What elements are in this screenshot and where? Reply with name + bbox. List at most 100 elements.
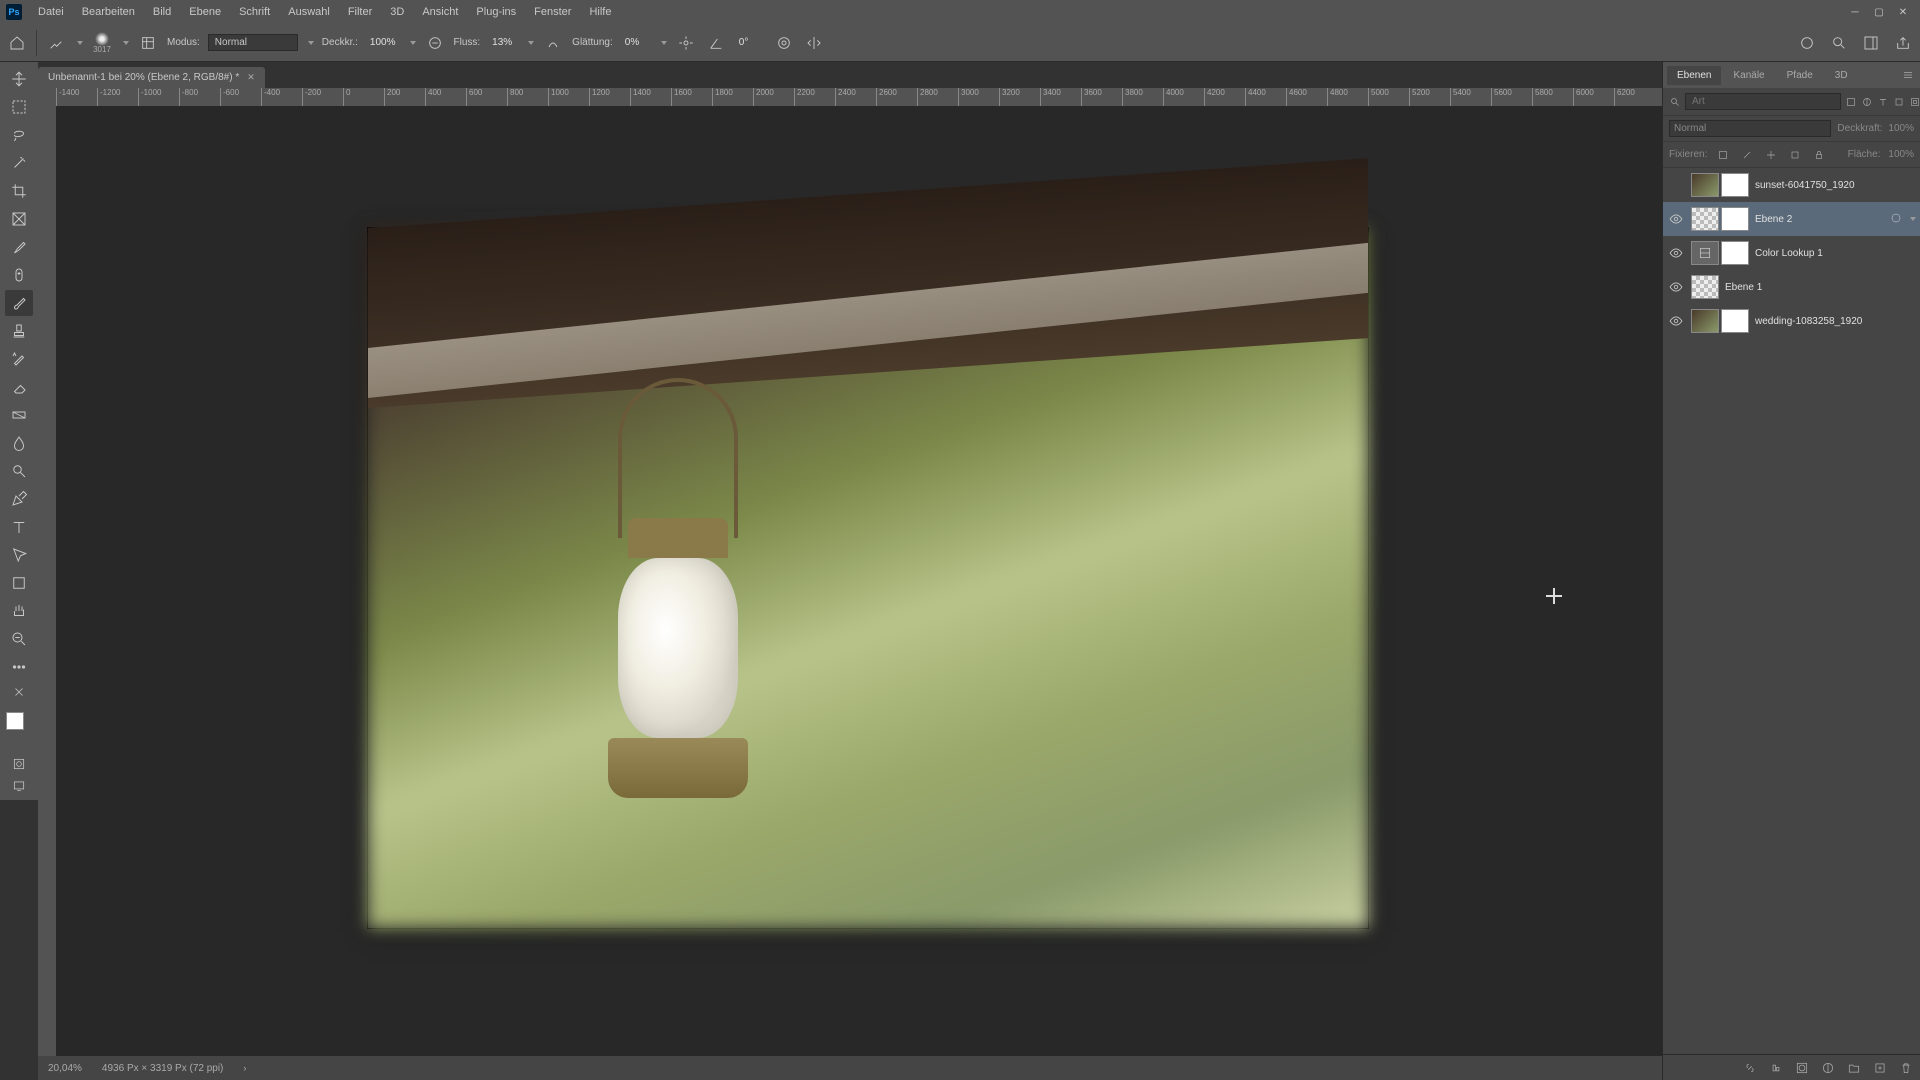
quick-mask-icon[interactable] xyxy=(9,754,29,774)
minimize-button[interactable]: ─ xyxy=(1848,5,1862,19)
home-icon[interactable] xyxy=(6,32,28,54)
layer-name[interactable]: sunset-6041750_1920 xyxy=(1755,180,1916,191)
opacity-value[interactable]: 100% xyxy=(366,35,400,50)
link-layers-icon[interactable] xyxy=(1742,1060,1758,1076)
visibility-toggle[interactable] xyxy=(1667,280,1685,294)
smoothing-options-icon[interactable] xyxy=(675,32,697,54)
symmetry-icon[interactable] xyxy=(803,32,825,54)
chevron-down-icon[interactable] xyxy=(123,41,129,45)
workspace-icon[interactable] xyxy=(1860,32,1882,54)
more-tools[interactable] xyxy=(5,654,33,680)
dodge-tool[interactable] xyxy=(5,458,33,484)
frame-tool[interactable] xyxy=(5,206,33,232)
filter-shape-icon[interactable] xyxy=(1893,94,1905,110)
smoothing-value[interactable]: 0% xyxy=(621,35,651,50)
shape-tool[interactable] xyxy=(5,570,33,596)
document-canvas[interactable] xyxy=(368,228,1368,928)
healing-tool[interactable] xyxy=(5,262,33,288)
brush-preview[interactable]: 3017 xyxy=(91,32,113,54)
menu-layer[interactable]: Ebene xyxy=(181,0,229,24)
blend-mode-select[interactable]: Normal xyxy=(208,34,298,51)
new-group-icon[interactable] xyxy=(1846,1060,1862,1076)
blur-tool[interactable] xyxy=(5,430,33,456)
layer-row[interactable]: Ebene 1 xyxy=(1663,270,1920,304)
chevron-down-icon[interactable] xyxy=(1910,217,1916,221)
edit-toolbar-icon[interactable] xyxy=(9,682,29,702)
menu-file[interactable]: Datei xyxy=(30,0,72,24)
path-select-tool[interactable] xyxy=(5,542,33,568)
pressure-opacity-icon[interactable] xyxy=(424,32,446,54)
add-mask-icon[interactable] xyxy=(1794,1060,1810,1076)
lasso-tool[interactable] xyxy=(5,122,33,148)
move-tool[interactable] xyxy=(5,66,33,92)
panel-menu-icon[interactable] xyxy=(1900,67,1916,83)
lock-pixels-icon[interactable] xyxy=(1739,147,1755,163)
zoom-level[interactable]: 20,04% xyxy=(48,1063,82,1074)
cloud-docs-icon[interactable] xyxy=(1796,32,1818,54)
filter-pixel-icon[interactable] xyxy=(1845,94,1857,110)
layer-mask-thumb[interactable] xyxy=(1721,173,1749,197)
new-layer-icon[interactable] xyxy=(1872,1060,1888,1076)
status-menu-icon[interactable]: › xyxy=(243,1063,246,1073)
horizontal-ruler[interactable]: -1400-1200-1000-800-600-400-200020040060… xyxy=(56,88,1662,106)
layer-row[interactable]: Color Lookup 1 xyxy=(1663,236,1920,270)
filter-adjust-icon[interactable] xyxy=(1861,94,1873,110)
layer-row[interactable]: wedding-1083258_1920 xyxy=(1663,304,1920,338)
layer-mask-thumb[interactable] xyxy=(1721,241,1749,265)
layer-thumb[interactable] xyxy=(1691,207,1719,231)
brush-panel-icon[interactable] xyxy=(137,32,159,54)
menu-edit[interactable]: Bearbeiten xyxy=(74,0,143,24)
chevron-down-icon[interactable] xyxy=(410,41,416,45)
eyedropper-tool[interactable] xyxy=(5,234,33,260)
layer-filter-input[interactable] xyxy=(1685,93,1841,110)
share-icon[interactable] xyxy=(1892,32,1914,54)
eraser-tool[interactable] xyxy=(5,374,33,400)
angle-icon[interactable] xyxy=(705,32,727,54)
color-swatch[interactable] xyxy=(6,712,32,738)
layer-opacity-value[interactable]: 100% xyxy=(1888,123,1914,134)
close-tab-icon[interactable]: ✕ xyxy=(247,72,255,83)
lock-position-icon[interactable] xyxy=(1763,147,1779,163)
chevron-down-icon[interactable] xyxy=(308,41,314,45)
delete-layer-icon[interactable] xyxy=(1898,1060,1914,1076)
tab-layers[interactable]: Ebenen xyxy=(1667,66,1721,85)
pen-tool[interactable] xyxy=(5,486,33,512)
document-tab[interactable]: Unbenannt-1 bei 20% (Ebene 2, RGB/8#) * … xyxy=(38,67,265,88)
tab-3d[interactable]: 3D xyxy=(1825,66,1858,85)
angle-value[interactable]: 0° xyxy=(735,35,765,50)
layer-mask-thumb[interactable] xyxy=(1721,207,1749,231)
layer-thumb[interactable] xyxy=(1691,275,1719,299)
tool-preset-icon[interactable] xyxy=(45,32,67,54)
tab-channels[interactable]: Kanäle xyxy=(1723,66,1774,85)
brush-tool[interactable] xyxy=(5,290,33,316)
tab-paths[interactable]: Pfade xyxy=(1777,66,1823,85)
new-adjustment-icon[interactable] xyxy=(1820,1060,1836,1076)
layer-row[interactable]: Ebene 2 xyxy=(1663,202,1920,236)
foreground-color[interactable] xyxy=(6,712,24,730)
magic-wand-tool[interactable] xyxy=(5,150,33,176)
menu-plugins[interactable]: Plug-ins xyxy=(468,0,524,24)
marquee-tool[interactable] xyxy=(5,94,33,120)
layer-blend-mode[interactable]: Normal xyxy=(1669,120,1831,137)
lock-artboard-icon[interactable] xyxy=(1787,147,1803,163)
fill-value[interactable]: 100% xyxy=(1888,149,1914,160)
menu-3d[interactable]: 3D xyxy=(382,0,412,24)
layer-name[interactable]: Ebene 2 xyxy=(1755,214,1884,225)
filter-smart-icon[interactable] xyxy=(1909,94,1920,110)
hand-tool[interactable] xyxy=(5,598,33,624)
layer-name[interactable]: Color Lookup 1 xyxy=(1755,248,1916,259)
menu-help[interactable]: Hilfe xyxy=(581,0,619,24)
visibility-toggle[interactable] xyxy=(1667,212,1685,226)
filter-type-icon[interactable] xyxy=(1877,94,1889,110)
airbrush-icon[interactable] xyxy=(542,32,564,54)
layer-row[interactable]: sunset-6041750_1920 xyxy=(1663,168,1920,202)
screen-mode-icon[interactable] xyxy=(9,776,29,796)
vertical-ruler[interactable] xyxy=(38,106,56,1056)
ruler-origin[interactable] xyxy=(38,88,56,106)
lock-transparent-icon[interactable] xyxy=(1715,147,1731,163)
document-dimensions[interactable]: 4936 Px × 3319 Px (72 ppi) xyxy=(102,1063,223,1074)
layer-style-icon[interactable] xyxy=(1768,1060,1784,1076)
lock-all-icon[interactable] xyxy=(1811,147,1827,163)
layer-name[interactable]: Ebene 1 xyxy=(1725,282,1916,293)
visibility-toggle[interactable] xyxy=(1667,314,1685,328)
